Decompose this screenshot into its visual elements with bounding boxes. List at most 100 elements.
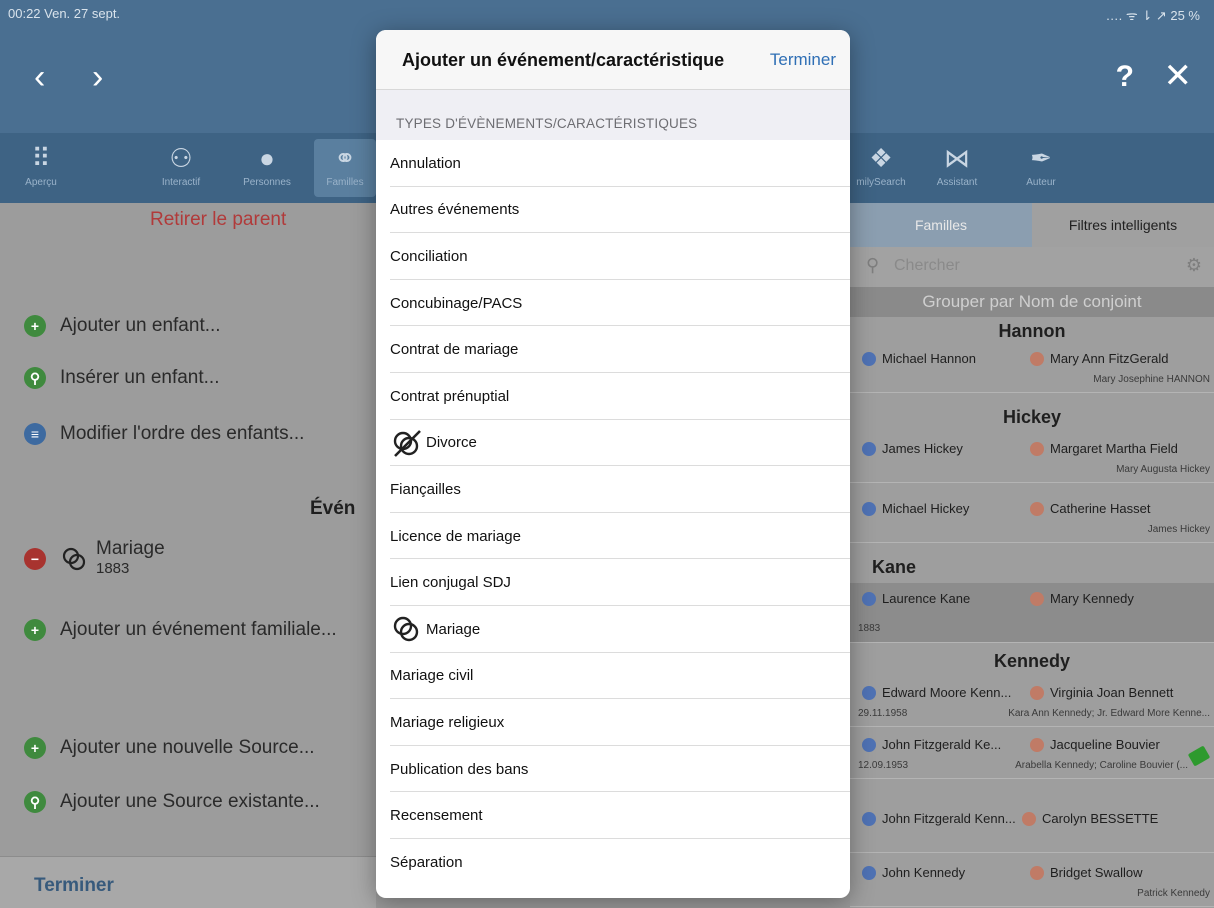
event-type-item[interactable]: Lien conjugal SDJ [376,559,850,606]
rings-icon [62,547,86,571]
wife-name: Jacqueline Bouvier [1050,737,1160,752]
search-icon: ⚲ [24,367,46,389]
marriage-date: 1883 [858,623,881,634]
toolbar-persons[interactable]: ● Personnes [236,139,298,188]
gear-icon[interactable]: ⚙ [1186,255,1202,276]
family-row-selected[interactable]: Laurence Kane Mary Kennedy 1883 [850,583,1214,643]
husband-name: Michael Hickey [882,501,970,516]
mariage-label: Mariage [96,538,165,559]
rings-icon [393,617,419,642]
female-icon [1030,501,1044,516]
husband-name: John Fitzgerald Kenn... [882,811,1016,826]
event-type-list: Annulation Autres événements Conciliatio… [376,140,850,886]
male-icon [862,351,876,366]
group-name-hannon: Hannon [998,321,1066,341]
help-button[interactable]: ? [1116,60,1134,94]
event-type-item[interactable]: Concubinage/PACS [376,280,850,327]
male-icon [862,501,876,516]
female-icon [1030,685,1044,700]
children-names: James Hickey [1147,524,1210,535]
mariage-year: 1883 [96,560,130,577]
toolbar-families[interactable]: ⚭ Familles [314,139,376,197]
family-row[interactable]: John Kennedy Bridget Swallow Patrick Ken… [850,857,1214,907]
minus-icon[interactable]: − [24,548,46,570]
rings-icon: ⚭ [334,143,356,173]
left-footer: Terminer [0,856,376,908]
add-child-button[interactable]: + Ajouter un enfant... [24,315,221,337]
female-icon [1030,441,1044,456]
male-icon [862,737,876,752]
family-row[interactable]: James Hickey Margaret Martha Field Mary … [850,433,1214,483]
wife-name: Virginia Joan Bennett [1050,685,1174,700]
male-icon [862,865,876,880]
children-names: Patrick Kennedy [1137,888,1210,899]
event-type-item[interactable]: Contrat prénuptial [376,373,850,420]
toolbar-label: Aperçu [25,177,57,188]
group-name-kennedy: Kennedy [993,651,1071,671]
event-type-item[interactable]: Mariage civil [376,653,850,700]
close-button[interactable]: ✕ [1164,56,1193,96]
event-type-item[interactable]: Licence de mariage [376,513,850,560]
forward-arrow-icon[interactable]: › [92,60,103,94]
family-row[interactable]: John Fitzgerald Ke... Jacqueline Bouvier… [850,729,1214,779]
children-names: Arabella Kennedy; Caroline Bouvier (... [1015,760,1188,771]
event-type-item[interactable]: Annulation [376,140,850,187]
add-event-popover: Ajouter un événement/caractéristique Ter… [376,30,850,898]
back-arrow-icon[interactable]: ‹ [34,60,45,94]
husband-name: Michael Hannon [882,351,976,366]
group-name-hickey: Hickey [1002,407,1062,427]
section-header: TYPES D'ÉVÈNEMENTS/CARACTÉRISTIQUES [376,90,850,140]
pen-icon: ✒ [1030,143,1052,173]
toolbar-label: Familles [326,177,364,188]
plus-icon: + [24,737,46,759]
search-bar[interactable]: ⚲ Chercher ⚙ [850,247,1214,287]
event-type-item[interactable]: Séparation [376,839,850,886]
mariage-event-row[interactable]: − Mariage 1883 [24,539,165,579]
toolbar-author[interactable]: ✒ Auteur [1010,139,1072,188]
toolbar-assistant[interactable]: ⋈ Assistant [926,139,988,188]
event-type-item[interactable]: Recensement [376,792,850,839]
add-existing-source-button[interactable]: ⚲ Ajouter une Source existante... [24,791,320,813]
event-type-item[interactable]: Conciliation [376,233,850,280]
remove-parent-button[interactable]: Retirer le parent [150,209,286,231]
event-type-label: Annulation [390,154,461,172]
family-row[interactable]: Michael Hickey Catherine Hasset James Hi… [850,493,1214,543]
event-type-item[interactable]: Contrat de mariage [376,326,850,373]
event-type-label: Divorce [426,434,477,452]
add-family-event-button[interactable]: + Ajouter un événement familiale... [24,619,337,641]
family-row[interactable]: John Fitzgerald Kenn... Carolyn BESSETTE [850,803,1214,853]
group-by-header[interactable]: Grouper par Nom de conjoint [850,287,1214,317]
toolbar-label: Auteur [1026,177,1056,188]
reorder-children-button[interactable]: ≡ Modifier l'ordre des enfants... [24,423,304,445]
toolbar-interactive[interactable]: ⚇ Interactif [150,139,212,188]
children-names: Mary Augusta Hickey [1116,464,1210,475]
tab-smart-filters[interactable]: Filtres intelligents [1032,203,1214,247]
tree-icon: ⚇ [169,143,193,173]
event-type-item[interactable]: Mariage religieux [376,699,850,746]
event-type-item[interactable]: Autres événements [376,187,850,234]
event-type-item[interactable]: Fiançailles [376,466,850,513]
popover-done-button[interactable]: Terminer [770,50,836,70]
event-type-item[interactable]: Publication des bans [376,746,850,793]
female-icon [1030,591,1044,606]
family-row[interactable]: Edward Moore Kenn... Virginia Joan Benne… [850,677,1214,727]
wife-name: Margaret Martha Field [1050,441,1178,456]
done-button[interactable]: Terminer [34,875,114,897]
insert-child-button[interactable]: ⚲ Insérer un enfant... [24,367,220,389]
assistant-icon: ⋈ [944,143,970,173]
tab-families[interactable]: Familles [850,203,1032,247]
grid-icon: ⠿ [31,143,51,173]
add-new-source-button[interactable]: + Ajouter une nouvelle Source... [24,737,315,759]
toolbar-overview[interactable]: ⠿ Aperçu [10,139,72,188]
section-header-label: TYPES D'ÉVÈNEMENTS/CARACTÉRISTIQUES [396,116,698,131]
event-type-item-divorce[interactable]: Divorce [376,420,850,467]
event-type-item-mariage[interactable]: Mariage [376,606,850,653]
family-edit-pane: Retirer le parent + Ajouter un enfant...… [0,203,376,908]
toolbar-familysearch[interactable]: ❖ milySearch [850,139,912,188]
events-section-header: Évén [310,498,356,519]
search-input[interactable]: Chercher [894,257,960,275]
event-type-label: Fiançailles [390,480,461,498]
add-child-label: Ajouter un enfant... [60,315,221,336]
event-type-label: Séparation [390,853,463,871]
family-row[interactable]: Michael Hannon Mary Ann FitzGerald Mary … [850,343,1214,393]
